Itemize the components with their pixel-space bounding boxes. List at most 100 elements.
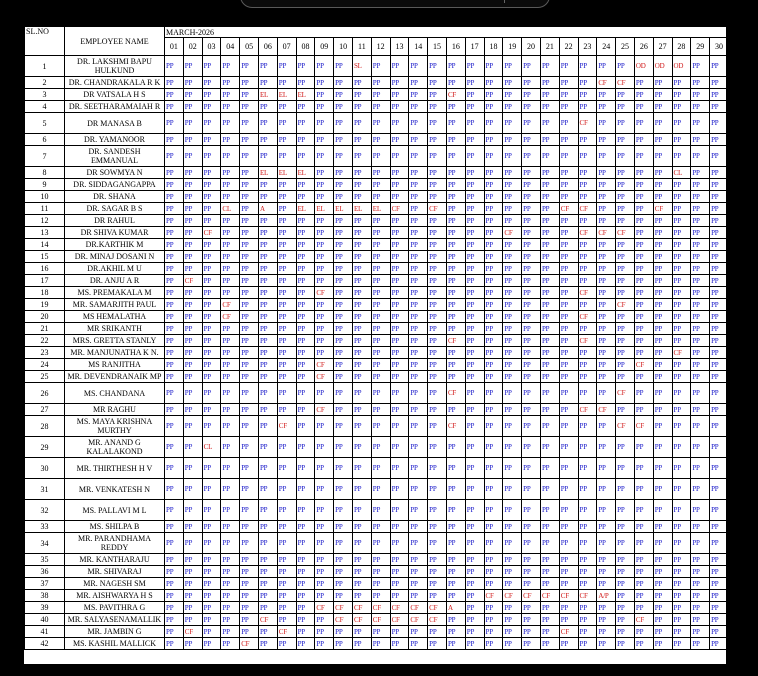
sl-no-cell: 19: [24, 298, 65, 311]
employee-name-cell: MR. DEVENDRANAIK MP: [64, 370, 165, 383]
attendance-code-cell: PP: [182, 601, 203, 614]
attendance-code-cell: PP: [521, 214, 541, 227]
attendance-code-cell: PP: [351, 532, 372, 554]
attendance-code-cell: PP: [502, 133, 523, 146]
attendance-code-cell: PP: [408, 88, 429, 101]
attendance-code-cell: PP: [558, 415, 579, 437]
attendance-code-cell: PP: [408, 499, 429, 521]
attendance-code-cell: PP: [633, 226, 654, 239]
attendance-code-cell: CF: [577, 226, 598, 239]
attendance-code-cell: PP: [220, 262, 241, 275]
sl-no-cell: 20: [24, 310, 65, 323]
attendance-code-cell: PP: [370, 166, 391, 179]
attendance-code-cell: PP: [633, 76, 654, 89]
attendance-code-cell: PP: [521, 178, 541, 191]
attendance-code-cell: PP: [445, 370, 466, 383]
attendance-code-cell: PP: [483, 520, 504, 533]
attendance-code-cell: PP: [690, 133, 711, 146]
attendance-code-cell: PP: [201, 613, 222, 626]
attendance-code-cell: PP: [182, 334, 203, 347]
attendance-code-cell: PP: [671, 262, 692, 275]
attendance-code-cell: PP: [652, 238, 673, 251]
attendance-code-cell: PP: [220, 436, 241, 458]
attendance-code-cell: PP: [483, 334, 504, 347]
attendance-code-cell: PP: [408, 298, 429, 311]
attendance-code-cell: PP: [633, 112, 654, 134]
attendance-code-cell: PP: [182, 178, 203, 191]
attendance-code-cell: PP: [164, 133, 184, 146]
attendance-code-cell: PP: [690, 415, 711, 437]
attendance-code-cell: PP: [690, 238, 711, 251]
table-row: 5 DR MANASA B PP PP PP PP PP PP PP PP PP PP PP PP PP PP…: [24, 112, 726, 134]
attendance-code-cell: PP: [164, 403, 184, 416]
attendance-code-cell: PP: [558, 274, 579, 287]
attendance-code-cell: PP: [314, 298, 335, 311]
attendance-code-cell: PP: [370, 436, 391, 458]
attendance-code-cell: PP: [239, 565, 259, 578]
attendance-code-cell: PP: [295, 601, 316, 614]
attendance-code-cell: PP: [408, 457, 429, 479]
attendance-code-cell: PP: [239, 88, 259, 101]
attendance-code-cell: PP: [295, 382, 316, 404]
attendance-code-cell: PP: [502, 553, 523, 566]
attendance-code-cell: PP: [577, 322, 598, 335]
attendance-code-cell: PP: [239, 334, 259, 347]
attendance-code-cell: PP: [464, 382, 485, 404]
attendance-code-cell: PP: [239, 577, 259, 590]
attendance-code-cell: PP: [408, 637, 429, 650]
attendance-code-cell: CF: [577, 334, 598, 347]
attendance-code-cell: PP: [502, 637, 523, 650]
attendance-code-cell: PP: [333, 553, 353, 566]
attendance-code-cell: PP: [502, 214, 523, 227]
attendance-code-cell: PP: [633, 625, 654, 638]
attendance-code-cell: PP: [558, 457, 579, 479]
sl-no-cell: 34: [24, 532, 65, 554]
day-header: 27: [652, 37, 673, 56]
employee-name-cell: MR. PARANDHAMA REDDY: [64, 532, 165, 554]
attendance-code-cell: PP: [351, 100, 372, 113]
attendance-code-cell: PP: [408, 226, 429, 239]
attendance-code-cell: PP: [239, 286, 259, 299]
attendance-code-cell: PP: [295, 403, 316, 416]
attendance-code-cell: PP: [333, 190, 353, 203]
attendance-code-cell: PP: [220, 637, 241, 650]
attendance-code-cell: PP: [652, 577, 673, 590]
attendance-code-cell: PP: [389, 214, 410, 227]
attendance-code-cell: PP: [333, 214, 353, 227]
attendance-code-cell: CF: [445, 415, 466, 437]
attendance-code-cell: PP: [690, 145, 711, 167]
attendance-code-cell: PP: [201, 358, 222, 371]
attendance-code-cell: PP: [276, 145, 297, 167]
sl-no-cell: 12: [24, 214, 65, 227]
attendance-code-cell: PP: [182, 286, 203, 299]
table-row: 33 MS. SHILPA B PP PP PP PP PP PP PP PP PP PP PP PP PP…: [24, 520, 726, 533]
attendance-rows: 1 DR. LAKSHMI BAPU HULKUND PP PP PP PP PP PP PP P…: [24, 55, 726, 650]
attendance-code-cell: PP: [314, 589, 335, 602]
attendance-code-cell: PP: [596, 565, 617, 578]
attendance-code-cell: PP: [671, 637, 692, 650]
attendance-code-cell: PP: [182, 403, 203, 416]
sl-no-cell: 23: [24, 346, 65, 359]
attendance-code-cell: PP: [164, 274, 184, 287]
attendance-code-cell: PP: [596, 88, 617, 101]
attendance-code-cell: PP: [295, 625, 316, 638]
attendance-code-cell: CF: [276, 625, 297, 638]
attendance-code-cell: PP: [577, 382, 598, 404]
attendance-code-cell: PP: [539, 457, 560, 479]
attendance-code-cell: PP: [389, 370, 410, 383]
attendance-code-cell: PP: [351, 346, 372, 359]
attendance-code-cell: PP: [464, 202, 485, 215]
attendance-code-cell: PP: [239, 520, 259, 533]
attendance-code-cell: PP: [690, 553, 711, 566]
attendance-code-cell: PP: [201, 499, 222, 521]
attendance-code-cell: PP: [709, 133, 726, 146]
attendance-code-cell: PP: [351, 457, 372, 479]
attendance-code-cell: PP: [464, 565, 485, 578]
attendance-code-cell: PP: [182, 133, 203, 146]
attendance-code-cell: PP: [633, 322, 654, 335]
attendance-code-cell: CF: [427, 613, 447, 626]
attendance-code-cell: PP: [314, 415, 335, 437]
attendance-code-cell: PP: [389, 403, 410, 416]
attendance-code-cell: PP: [427, 532, 447, 554]
attendance-code-cell: PP: [445, 178, 466, 191]
